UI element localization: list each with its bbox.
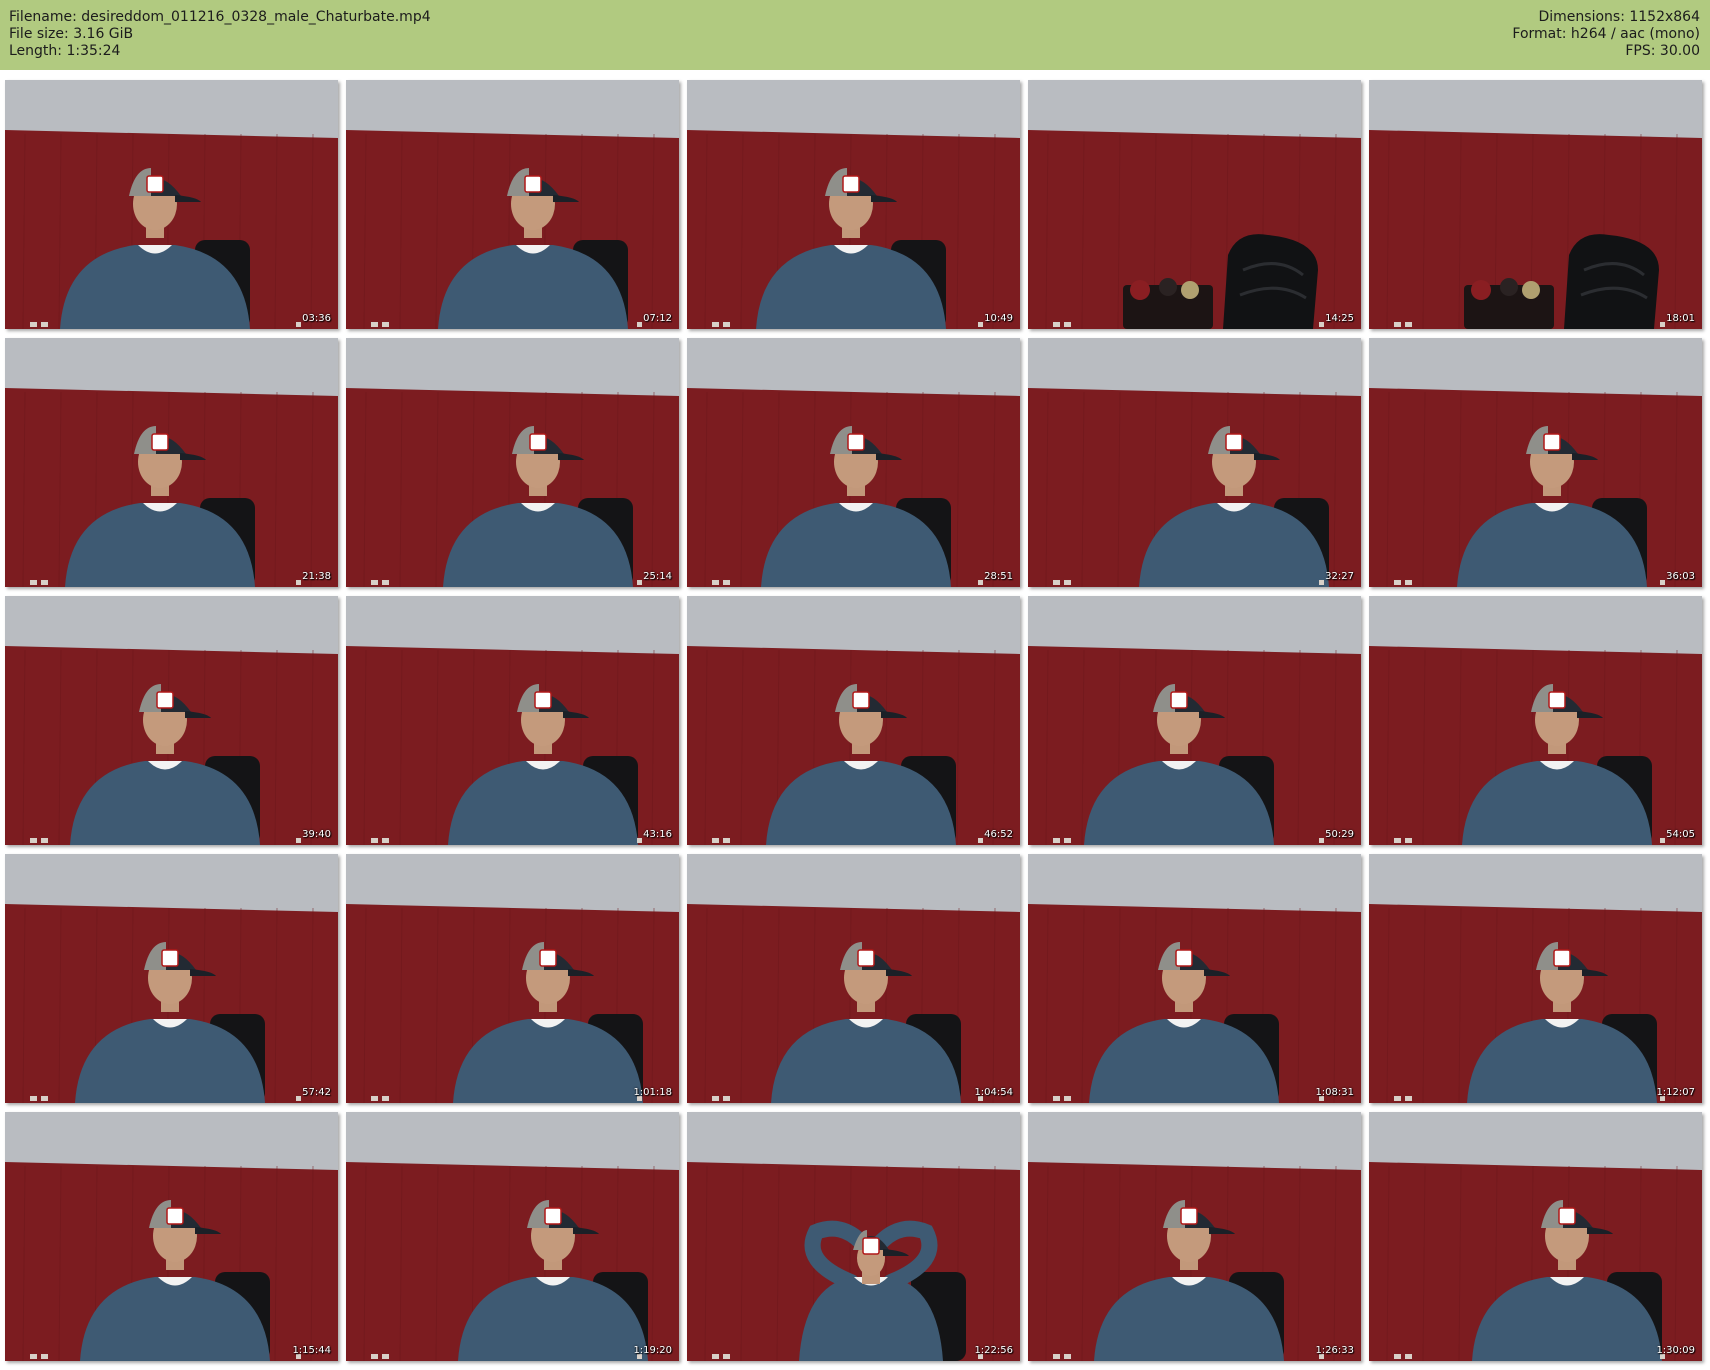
office-chair — [1223, 234, 1318, 329]
desk-items — [1123, 278, 1213, 329]
timestamp-label: 36:03 — [1666, 571, 1695, 582]
length-text: Length: 1:35:24 — [9, 43, 121, 59]
frame-image — [1369, 854, 1702, 1103]
frame-image — [1369, 1112, 1702, 1361]
frame-image — [687, 1112, 1020, 1361]
timestamp-label: 21:38 — [302, 571, 331, 582]
office-chair — [1564, 234, 1659, 329]
timestamp-label: 50:29 — [1325, 829, 1354, 840]
timestamp-label: 1:19:20 — [633, 1345, 672, 1356]
timestamp-label: 03:36 — [302, 313, 331, 324]
file-info: Filename: desireddom_011216_0328_male_Ch… — [9, 9, 431, 60]
format-text: Format: h264 / aac (mono) — [1512, 26, 1700, 42]
timestamp-label: 25:14 — [643, 571, 672, 582]
video-thumbnail[interactable]: 32:27 — [1028, 338, 1361, 587]
timestamp-label: 14:25 — [1325, 313, 1354, 324]
timestamp-label: 54:05 — [1666, 829, 1695, 840]
video-thumbnail[interactable]: 03:36 — [5, 80, 338, 329]
frame-image — [687, 338, 1020, 587]
timestamp-label: 1:08:31 — [1315, 1087, 1354, 1098]
frame-image — [1028, 854, 1361, 1103]
timestamp-label: 1:12:07 — [1656, 1087, 1695, 1098]
timestamp-label: 39:40 — [302, 829, 331, 840]
frame-image — [1028, 338, 1361, 587]
frame-image — [1369, 596, 1702, 845]
stream-info: Dimensions: 1152x864 Format: h264 / aac … — [1512, 9, 1700, 60]
frame-image — [346, 80, 679, 329]
frame-image — [5, 1112, 338, 1361]
frame-image — [1369, 338, 1702, 587]
frame-image — [687, 854, 1020, 1103]
frame-image — [1028, 596, 1361, 845]
video-thumbnail[interactable]: 54:05 — [1369, 596, 1702, 845]
frame-image — [5, 338, 338, 587]
video-thumbnail[interactable]: 39:40 — [5, 596, 338, 845]
video-thumbnail[interactable]: 1:04:54 — [687, 854, 1020, 1103]
timestamp-label: 32:27 — [1325, 571, 1354, 582]
video-thumbnail[interactable]: 10:49 — [687, 80, 1020, 329]
video-thumbnail[interactable]: 46:52 — [687, 596, 1020, 845]
frame-image — [346, 338, 679, 587]
timestamp-label: 1:30:09 — [1656, 1345, 1695, 1356]
video-thumbnail[interactable]: 25:14 — [346, 338, 679, 587]
frame-image — [346, 596, 679, 845]
timestamp-label: 1:15:44 — [292, 1345, 331, 1356]
timestamp-label: 1:26:33 — [1315, 1345, 1354, 1356]
video-thumbnail[interactable]: 1:08:31 — [1028, 854, 1361, 1103]
frame-image — [346, 854, 679, 1103]
frame-image — [5, 80, 338, 329]
timestamp-label: 1:01:18 — [633, 1087, 672, 1098]
video-thumbnail[interactable]: 1:15:44 — [5, 1112, 338, 1361]
timestamp-label: 10:49 — [984, 313, 1013, 324]
video-thumbnail[interactable]: 18:01 — [1369, 80, 1702, 329]
frame-image — [1369, 80, 1702, 329]
fps-text: FPS: 30.00 — [1625, 43, 1700, 59]
frame-image — [687, 596, 1020, 845]
video-thumbnail[interactable]: 14:25 — [1028, 80, 1361, 329]
timestamp-label: 07:12 — [643, 313, 672, 324]
info-header: Filename: desireddom_011216_0328_male_Ch… — [0, 0, 1710, 70]
video-thumbnail[interactable]: 28:51 — [687, 338, 1020, 587]
frame-image — [346, 1112, 679, 1361]
video-thumbnail[interactable]: 1:22:56 — [687, 1112, 1020, 1361]
frame-image — [1028, 80, 1361, 329]
video-thumbnail[interactable]: 43:16 — [346, 596, 679, 845]
video-thumbnail[interactable]: 57:42 — [5, 854, 338, 1103]
frame-image — [5, 596, 338, 845]
video-thumbnail[interactable]: 07:12 — [346, 80, 679, 329]
timestamp-label: 57:42 — [302, 1087, 331, 1098]
timestamp-label: 28:51 — [984, 571, 1013, 582]
video-thumbnail[interactable]: 21:38 — [5, 338, 338, 587]
timestamp-label: 46:52 — [984, 829, 1013, 840]
frame-image — [687, 80, 1020, 329]
video-thumbnail[interactable]: 36:03 — [1369, 338, 1702, 587]
dimensions-text: Dimensions: 1152x864 — [1538, 9, 1700, 25]
video-thumbnail[interactable]: 1:26:33 — [1028, 1112, 1361, 1361]
video-thumbnail[interactable]: 50:29 — [1028, 596, 1361, 845]
timestamp-label: 43:16 — [643, 829, 672, 840]
video-thumbnail[interactable]: 1:19:20 — [346, 1112, 679, 1361]
video-thumbnail[interactable]: 1:30:09 — [1369, 1112, 1702, 1361]
video-thumbnail[interactable]: 1:12:07 — [1369, 854, 1702, 1103]
timestamp-label: 1:22:56 — [974, 1345, 1013, 1356]
video-thumbnail[interactable]: 1:01:18 — [346, 854, 679, 1103]
timestamp-label: 18:01 — [1666, 313, 1695, 324]
frame-image — [5, 854, 338, 1103]
filename-text: Filename: desireddom_011216_0328_male_Ch… — [9, 9, 431, 25]
timestamp-label: 1:04:54 — [974, 1087, 1013, 1098]
frame-image — [1028, 1112, 1361, 1361]
desk-items — [1464, 278, 1554, 329]
filesize-text: File size: 3.16 GiB — [9, 26, 134, 42]
